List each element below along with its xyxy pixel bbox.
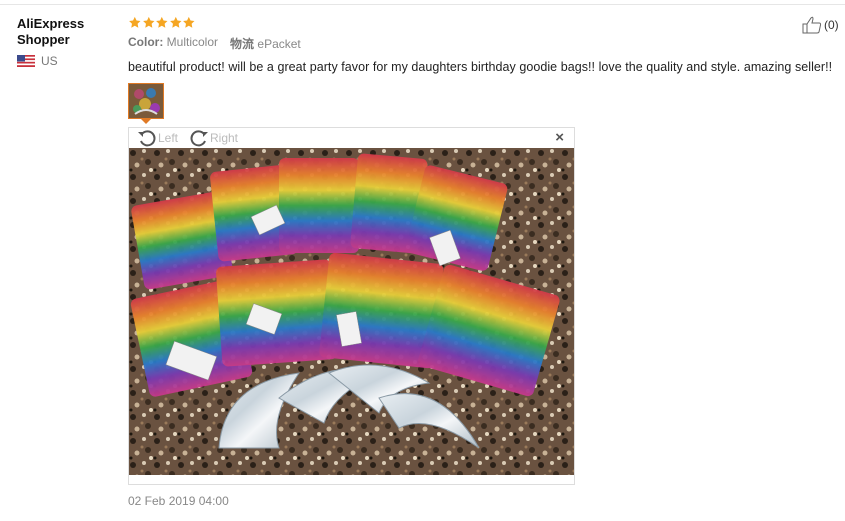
- star-icon: [142, 16, 155, 28]
- reviewer-name: AliExpress Shopper: [17, 16, 85, 47]
- thumbs-up-icon: [802, 16, 822, 34]
- us-flag-icon: [17, 55, 35, 67]
- photo-thumbnail-image: [129, 84, 163, 118]
- review-property-value: ePacket: [257, 37, 301, 51]
- star-icon: [129, 16, 141, 28]
- rotate-left-icon: [138, 130, 156, 147]
- reviewer-country: US: [17, 54, 117, 68]
- helpful-button[interactable]: (0): [802, 16, 839, 34]
- review-property-value: Multicolor: [166, 35, 219, 49]
- rotate-right-button[interactable]: Right: [189, 129, 238, 147]
- review-property: 物流 ePacket: [230, 35, 301, 52]
- image-viewer: Left Right ×: [128, 127, 575, 485]
- image-viewer-toolbar: Left Right ×: [129, 128, 574, 148]
- review-property: Color: Multicolor: [128, 35, 218, 52]
- star-rating: [128, 14, 838, 30]
- star-icon: [156, 16, 168, 28]
- helpful-count: (0): [824, 18, 839, 32]
- star-icon: [169, 16, 182, 28]
- review-text: beautiful product! will be a great party…: [128, 60, 833, 74]
- review-property-key: Color:: [128, 35, 164, 49]
- rotate-left-label: Left: [158, 131, 179, 145]
- thumbnail-selected-caret: [141, 119, 151, 124]
- review-properties: Color: Multicolor 物流 ePacket: [128, 35, 838, 52]
- star-icon: [183, 16, 195, 28]
- review-date: 02 Feb 2019 04:00: [128, 494, 229, 508]
- review-body: Color: Multicolor 物流 ePacket beautiful pr…: [128, 14, 838, 74]
- review-photo-image: [129, 148, 574, 475]
- review-photo-thumbnail[interactable]: [128, 83, 164, 119]
- rotate-right-icon: [190, 130, 208, 147]
- top-divider: [0, 4, 845, 5]
- review-property-key: 物流: [230, 37, 255, 51]
- rotate-left-button[interactable]: Left: [137, 129, 178, 147]
- reviewer-info: AliExpress Shopper US: [17, 16, 117, 68]
- rotate-right-label: Right: [210, 131, 239, 145]
- review-photo-large: [129, 148, 574, 475]
- country-code: US: [41, 54, 58, 68]
- close-viewer-button[interactable]: ×: [555, 129, 564, 146]
